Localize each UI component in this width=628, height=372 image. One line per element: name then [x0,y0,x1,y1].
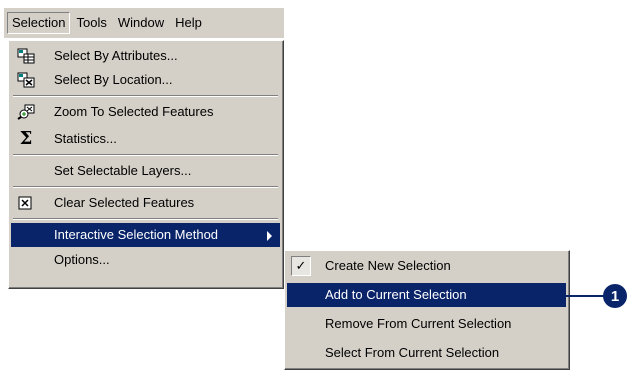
statistics-label: Statistics... [54,131,117,146]
zoom-to-selected-label: Zoom To Selected Features [54,104,214,119]
menu-separator [13,154,278,156]
select-by-location-item[interactable]: Select By Location... [11,68,280,92]
menu-separator [13,95,278,97]
set-selectable-layers-item[interactable]: Set Selectable Layers... [11,159,280,183]
menu-selection[interactable]: Selection [7,12,71,34]
select-by-attributes-icon [17,48,35,64]
menu-separator [13,218,278,220]
set-selectable-layers-label: Set Selectable Layers... [54,163,192,178]
clear-selected-features-label: Clear Selected Features [54,195,195,210]
selection-dropdown-menu: Select By Attributes... Select By Locati… [8,40,284,289]
submenu-arrow-icon [267,231,272,241]
remove-from-current-selection-label: Remove From Current Selection [325,316,512,331]
interactive-selection-method-item[interactable]: Interactive Selection Method [11,223,280,247]
select-by-location-label: Select By Location... [54,72,173,87]
callout-leader-line [534,295,604,297]
statistics-item[interactable]: Σ Statistics... [11,127,280,151]
select-from-current-selection-label: Select From Current Selection [325,345,500,360]
menu-separator [13,186,278,188]
menu-bar: Selection Tools Window Help [4,8,284,38]
menu-help[interactable]: Help [170,12,207,34]
create-new-selection-label: Create New Selection [325,258,451,273]
options-item[interactable]: Options... [11,248,280,272]
clear-selected-features-item[interactable]: Clear Selected Features [11,191,280,215]
menu-tools[interactable]: Tools [71,12,111,34]
select-by-location-icon [17,72,35,88]
interactive-selection-method-label: Interactive Selection Method [54,227,219,242]
add-to-current-selection-label: Add to Current Selection [325,287,467,302]
sigma-icon: Σ [19,128,33,149]
zoom-to-selected-item[interactable]: Zoom To Selected Features [11,100,280,124]
clear-selection-icon [17,195,35,211]
interactive-selection-method-submenu: ✓ Create New Selection Add to Current Se… [284,250,570,370]
add-to-current-selection-item[interactable]: Add to Current Selection [287,283,566,307]
options-label: Options... [54,252,110,267]
menu-window[interactable]: Window [113,12,169,34]
checkmark-icon: ✓ [291,256,311,276]
callout-number-badge: 1 [603,284,627,308]
create-new-selection-item[interactable]: ✓ Create New Selection [287,254,566,278]
remove-from-current-selection-item[interactable]: Remove From Current Selection [287,312,566,336]
zoom-to-selected-icon [17,104,35,120]
select-from-current-selection-item[interactable]: Select From Current Selection [287,341,566,365]
select-by-attributes-item[interactable]: Select By Attributes... [11,44,280,68]
select-by-attributes-label: Select By Attributes... [54,48,178,63]
